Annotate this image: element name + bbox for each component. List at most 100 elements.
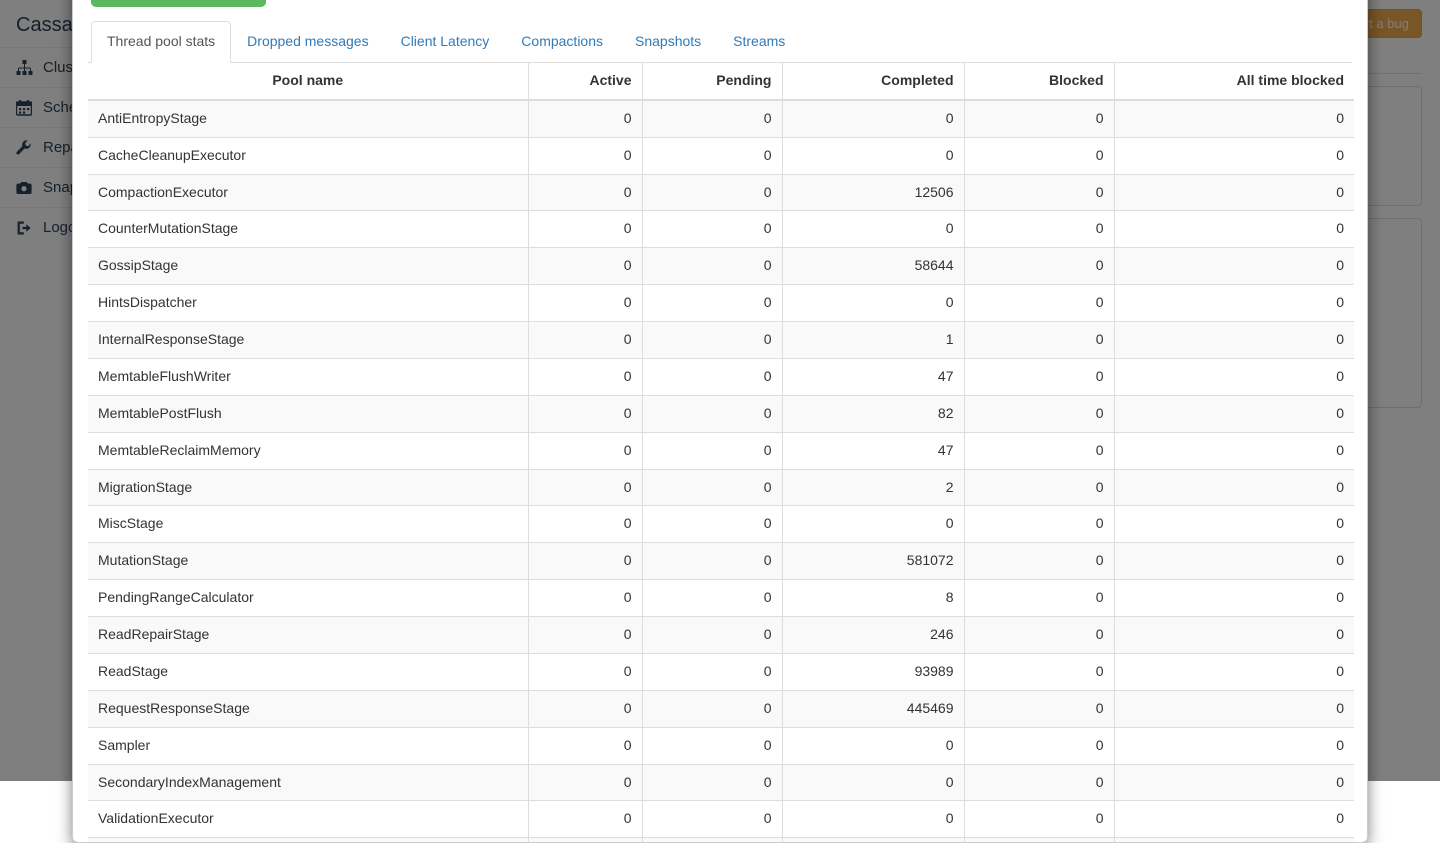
all-time-blocked-cell: 0	[1114, 358, 1354, 395]
tab-dropped-messages[interactable]: Dropped messages	[231, 21, 384, 63]
blocked-cell: 0	[964, 690, 1114, 727]
active-cell: 0	[528, 653, 642, 690]
blocked-cell: 0	[964, 322, 1114, 359]
table-row[interactable]: CompactionExecutor001250600	[88, 174, 1354, 211]
all-time-blocked-cell: 0	[1114, 801, 1354, 838]
all-time-blocked-cell: 0	[1114, 469, 1354, 506]
table-row[interactable]: Sampler00000	[88, 727, 1354, 764]
blocked-cell: 0	[964, 211, 1114, 248]
pending-cell: 0	[642, 801, 782, 838]
tab-compactions[interactable]: Compactions	[505, 21, 619, 63]
active-cell: 0	[528, 764, 642, 801]
tab-client-latency[interactable]: Client Latency	[385, 21, 506, 63]
active-cell: 0	[528, 801, 642, 838]
table-row[interactable]: GossipStage005864400	[88, 248, 1354, 285]
tab-snapshots[interactable]: Snapshots	[619, 21, 717, 63]
table-row[interactable]: CacheCleanupExecutor00000	[88, 137, 1354, 174]
table-row[interactable]: ReadStage009398900	[88, 653, 1354, 690]
table-row[interactable]: MemtableFlushWriter004700	[88, 358, 1354, 395]
table-row[interactable]: MiscStage00000	[88, 506, 1354, 543]
column-header-pool-name[interactable]: Pool name	[88, 63, 528, 100]
all-time-blocked-cell: 0	[1114, 395, 1354, 432]
column-header-all-time-blocked[interactable]: All time blocked	[1114, 63, 1354, 100]
pool-name-cell: RequestResponseStage	[88, 690, 528, 727]
active-cell: 0	[528, 285, 642, 322]
table-row[interactable]: MigrationStage00200	[88, 469, 1354, 506]
pool-name-cell: MemtableFlushWriter	[88, 358, 528, 395]
all-time-blocked-cell: 0	[1114, 690, 1354, 727]
all-time-blocked-cell: 0	[1114, 174, 1354, 211]
blocked-cell: 0	[964, 653, 1114, 690]
completed-cell: 0	[782, 727, 964, 764]
completed-cell: 0	[782, 285, 964, 322]
pending-cell: 0	[642, 432, 782, 469]
all-time-blocked-cell: 0	[1114, 285, 1354, 322]
all-time-blocked-cell: 0	[1114, 211, 1354, 248]
table-row[interactable]: MutationStage0058107200	[88, 543, 1354, 580]
active-cell: 0	[528, 727, 642, 764]
table-row[interactable]: MemtableReclaimMemory004700	[88, 432, 1354, 469]
blocked-cell: 0	[964, 432, 1114, 469]
column-header-completed[interactable]: Completed	[782, 63, 964, 100]
all-time-blocked-cell: 0	[1114, 543, 1354, 580]
table-row[interactable]: CounterMutationStage00000	[88, 211, 1354, 248]
table-body: AntiEntropyStage00000CacheCleanupExecuto…	[88, 100, 1354, 843]
status-badge: NORMAL - UP	[91, 0, 266, 7]
active-cell: 0	[528, 617, 642, 654]
tab-thread-pool-stats[interactable]: Thread pool stats	[91, 21, 231, 63]
pool-name-cell: MemtablePostFlush	[88, 395, 528, 432]
pool-name-cell: ValidationExecutor	[88, 801, 528, 838]
pool-name-cell: MutationStage	[88, 543, 528, 580]
completed-cell: 47	[782, 432, 964, 469]
table-row[interactable]: HintsDispatcher00000	[88, 285, 1354, 322]
column-header-blocked[interactable]: Blocked	[964, 63, 1114, 100]
active-cell: 0	[528, 506, 642, 543]
blocked-cell: 0	[964, 358, 1114, 395]
pool-name-cell: CacheCleanupExecutor	[88, 137, 528, 174]
blocked-cell: 0	[964, 801, 1114, 838]
completed-cell: 0	[782, 137, 964, 174]
table-row[interactable]: InternalResponseStage00100	[88, 322, 1354, 359]
pending-cell: 0	[642, 469, 782, 506]
completed-cell: 8	[782, 580, 964, 617]
pool-name-cell: ReadStage	[88, 653, 528, 690]
table-row[interactable]: MemtablePostFlush008200	[88, 395, 1354, 432]
table-row[interactable]: SecondaryIndexManagement00000	[88, 764, 1354, 801]
blocked-cell: 0	[964, 764, 1114, 801]
pending-cell: 0	[642, 248, 782, 285]
active-cell: 0	[528, 432, 642, 469]
pending-cell: 0	[642, 322, 782, 359]
active-cell: 0	[528, 211, 642, 248]
all-time-blocked-cell: 0	[1114, 137, 1354, 174]
pending-cell: 0	[642, 838, 782, 843]
completed-cell: 1	[782, 322, 964, 359]
blocked-cell: 0	[964, 838, 1114, 843]
completed-cell: 445469	[782, 690, 964, 727]
column-header-active[interactable]: Active	[528, 63, 642, 100]
blocked-cell: 0	[964, 395, 1114, 432]
table-row[interactable]: PendingRangeCalculator00800	[88, 580, 1354, 617]
pool-name-cell: CompactionExecutor	[88, 174, 528, 211]
completed-cell: 581072	[782, 543, 964, 580]
table-row[interactable]: ViewMutationStage00000	[88, 838, 1354, 843]
blocked-cell: 0	[964, 174, 1114, 211]
all-time-blocked-cell: 0	[1114, 322, 1354, 359]
blocked-cell: 0	[964, 506, 1114, 543]
active-cell: 0	[528, 137, 642, 174]
pending-cell: 0	[642, 174, 782, 211]
table-row[interactable]: ReadRepairStage0024600	[88, 617, 1354, 654]
table-row[interactable]: AntiEntropyStage00000	[88, 100, 1354, 137]
blocked-cell: 0	[964, 137, 1114, 174]
active-cell: 0	[528, 395, 642, 432]
column-header-pending[interactable]: Pending	[642, 63, 782, 100]
tab-streams[interactable]: Streams	[717, 21, 801, 63]
pending-cell: 0	[642, 285, 782, 322]
blocked-cell: 0	[964, 727, 1114, 764]
completed-cell: 47	[782, 358, 964, 395]
pending-cell: 0	[642, 506, 782, 543]
table-row[interactable]: RequestResponseStage0044546900	[88, 690, 1354, 727]
pending-cell: 0	[642, 100, 782, 137]
status-badge-row: NORMAL - UP	[88, 0, 1352, 21]
table-row[interactable]: ValidationExecutor00000	[88, 801, 1354, 838]
table-header: Pool name Active Pending Completed Block…	[88, 63, 1354, 100]
